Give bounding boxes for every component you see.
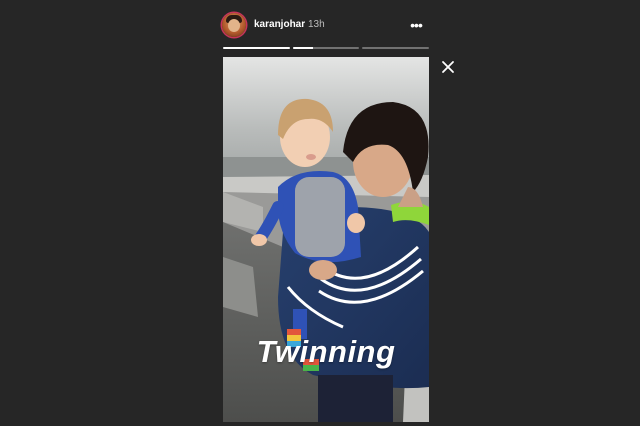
- more-horizontal-icon[interactable]: •••: [407, 16, 425, 34]
- username[interactable]: karanjohar: [254, 19, 305, 30]
- close-icon[interactable]: [438, 57, 458, 77]
- post-time: 13h: [308, 19, 325, 30]
- baby-shirt: [295, 177, 345, 257]
- man-hand: [309, 260, 337, 280]
- baby-arm: [255, 201, 284, 243]
- profile-avatar[interactable]: [222, 13, 246, 37]
- story-header: karanjohar 13h •••: [222, 13, 430, 39]
- story-viewer: karanjohar 13h ••• Twinning: [0, 0, 640, 426]
- baby-hand: [251, 234, 267, 246]
- progress-fill: [292, 47, 313, 49]
- story-media[interactable]: Twinning: [223, 57, 429, 422]
- baby-mouth: [306, 154, 316, 160]
- progress-fill: [223, 47, 290, 49]
- progress-segment: [362, 47, 430, 49]
- progress-segment: [292, 47, 360, 49]
- baby-hand: [347, 213, 365, 233]
- man-legs: [318, 375, 393, 422]
- story-caption: Twinning: [256, 334, 396, 369]
- progress-segment: [223, 47, 290, 49]
- avatar-face: [228, 19, 240, 32]
- story-progress-bar: [223, 47, 430, 49]
